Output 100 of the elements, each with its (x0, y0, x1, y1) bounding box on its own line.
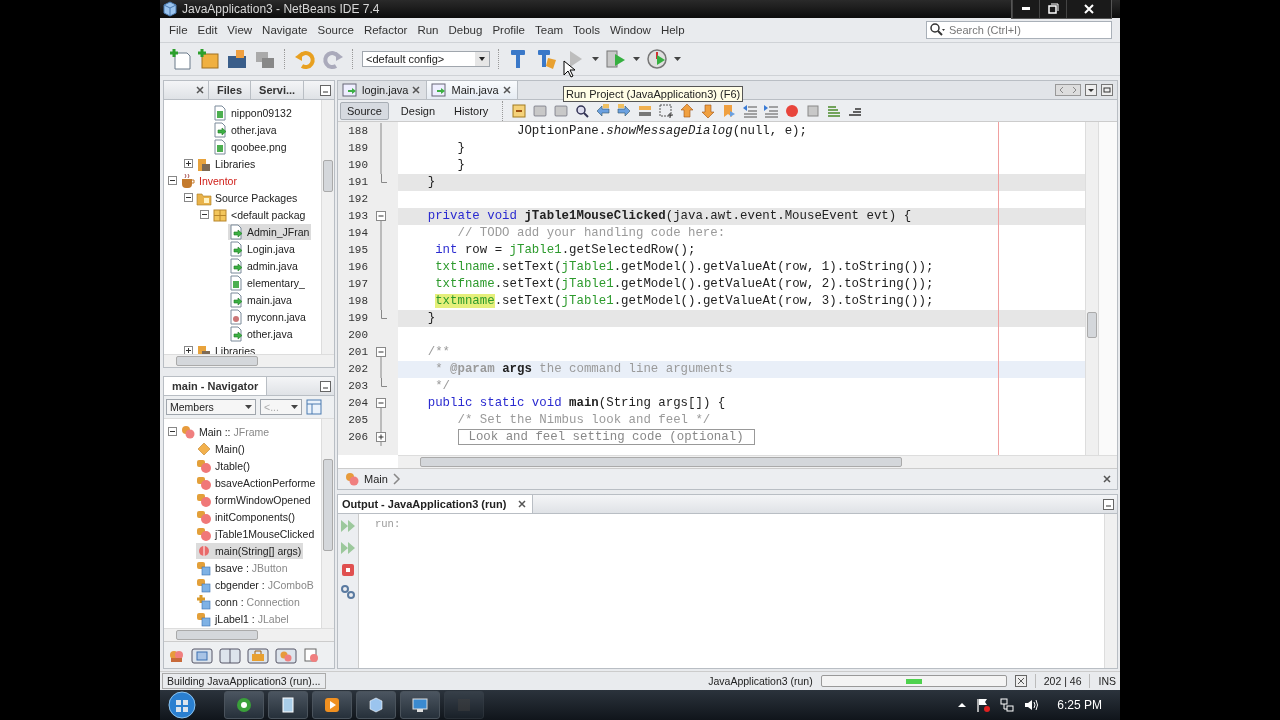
find-icon[interactable] (574, 102, 591, 119)
view-tab[interactable]: History (447, 101, 496, 120)
minimize-icon[interactable] (320, 84, 331, 96)
expand-toggle[interactable] (168, 176, 177, 185)
close-icon[interactable] (1103, 475, 1111, 483)
vertical-scrollbar[interactable] (1104, 514, 1117, 668)
folded-code[interactable]: Look and feel setting code (optional) (457, 429, 755, 445)
menu-item[interactable]: Debug (443, 24, 488, 36)
tree-item[interactable]: <default packag (212, 206, 308, 223)
tree-item[interactable]: admin.java (228, 257, 300, 274)
taskbar-button[interactable] (268, 691, 308, 719)
close-button[interactable] (1066, 0, 1111, 18)
find-next-icon[interactable] (616, 102, 633, 119)
config-dropdown[interactable]: <default config> (362, 51, 490, 67)
stop-icon[interactable] (805, 102, 822, 119)
horizontal-scrollbar[interactable] (164, 628, 334, 641)
tree-item[interactable]: nippon09132 (212, 104, 294, 121)
start-button[interactable] (168, 691, 196, 719)
menu-item[interactable]: Edit (192, 24, 223, 36)
vertical-scrollbar[interactable] (1085, 122, 1098, 455)
tree-item[interactable]: Source Packages (196, 189, 300, 206)
cancel-icon[interactable] (1014, 675, 1027, 687)
horizontal-scrollbar[interactable] (398, 455, 1117, 468)
down-arrow-icon[interactable] (700, 102, 717, 119)
back-icon[interactable] (532, 102, 549, 119)
panel-tab[interactable]: Files (209, 81, 252, 99)
expand-toggle[interactable] (376, 429, 386, 446)
shift-left-icon[interactable] (742, 102, 759, 119)
shift-right-icon[interactable] (763, 102, 780, 119)
panel-tab[interactable]: Servi... (251, 81, 305, 99)
tree-item[interactable]: Admin_JFran (228, 223, 312, 240)
output-tab[interactable]: Output - JavaApplication3 (run) (338, 495, 534, 513)
collapse-toggle[interactable] (376, 344, 386, 361)
menu-item[interactable]: View (222, 24, 258, 36)
selection-icon[interactable] (658, 102, 675, 119)
expand-toggle[interactable] (200, 210, 209, 219)
menu-item[interactable]: Team (530, 24, 569, 36)
tree-item[interactable]: Main() (196, 440, 247, 457)
close-icon[interactable] (502, 86, 511, 94)
collapse-toggle[interactable] (376, 208, 386, 225)
expand-toggle[interactable] (184, 159, 193, 168)
speaker-icon[interactable] (1023, 697, 1040, 713)
close-icon[interactable] (196, 86, 204, 94)
square-icon[interactable] (191, 646, 213, 664)
menu-item[interactable]: Help (655, 24, 690, 36)
maximize-icon[interactable] (1101, 84, 1113, 96)
vertical-scrollbar[interactable] (321, 419, 334, 628)
last-edit-icon[interactable] (511, 102, 528, 119)
tree-item[interactable]: initComponents() (196, 508, 297, 525)
close-icon[interactable] (412, 86, 421, 94)
editor-tab[interactable]: login.java (338, 81, 428, 99)
new-file-icon[interactable] (170, 48, 192, 70)
menu-item[interactable]: Profile (487, 24, 530, 36)
taskbar-button[interactable] (400, 691, 440, 719)
columns-icon[interactable] (219, 646, 241, 664)
menu-item[interactable]: Source (312, 24, 359, 36)
taskbar-button[interactable] (312, 691, 352, 719)
caret-icon[interactable] (291, 405, 298, 409)
up-arrow-icon[interactable] (957, 700, 968, 710)
menu-item[interactable]: Run (412, 24, 444, 36)
horizontal-scrollbar[interactable] (164, 354, 334, 367)
caret-icon[interactable] (633, 57, 640, 61)
tree-item[interactable]: jTable1MouseClicked (196, 525, 317, 542)
tree-item[interactable]: main(String[] args) (196, 542, 304, 559)
panel-layout-icon[interactable] (306, 399, 322, 415)
editor-tab[interactable]: Main.java (427, 81, 518, 99)
record-icon[interactable] (784, 102, 801, 119)
tree-item[interactable]: jLabel1 : JLabel (196, 610, 291, 627)
minimize-icon[interactable] (320, 380, 331, 392)
expand-toggle[interactable] (184, 193, 193, 202)
open-folder-icon[interactable] (226, 48, 248, 70)
menu-item[interactable]: Navigate (257, 24, 313, 36)
stop-icon[interactable] (340, 562, 356, 578)
tree-item[interactable]: other.java (228, 325, 295, 342)
menu-item[interactable]: Window (604, 24, 656, 36)
network-icon[interactable] (999, 697, 1016, 713)
tree-item[interactable]: bsaveActionPerforme (196, 474, 318, 491)
tree-item[interactable]: conn : Connection (196, 593, 302, 610)
minimize-button[interactable] (1012, 0, 1039, 18)
vertical-scrollbar[interactable] (321, 100, 334, 354)
tree-item[interactable]: bsave : JButton (196, 559, 290, 576)
tree-item[interactable]: myconn.java (228, 308, 308, 325)
tree-item[interactable]: Login.java (228, 240, 297, 257)
taskbar-button[interactable] (356, 691, 396, 719)
class-filter-icon[interactable] (275, 646, 297, 664)
menu-item[interactable]: Tools (568, 24, 605, 36)
tree-item[interactable]: qoobee.png (212, 138, 289, 155)
tree-item[interactable]: Libraries (196, 155, 258, 172)
tree-item[interactable]: Jtable() (196, 457, 252, 474)
dropdown-icon[interactable] (1085, 84, 1097, 96)
menu-item[interactable]: Refactor (358, 24, 413, 36)
restore-button[interactable] (1039, 0, 1066, 18)
tree-item[interactable]: main.java (228, 291, 294, 308)
view-tab[interactable]: Design (393, 101, 443, 120)
debug-icon[interactable] (605, 48, 627, 70)
tree-item[interactable]: cbgender : JComboB (196, 576, 316, 593)
tree-item[interactable]: Inventor (180, 172, 239, 189)
caret-icon[interactable] (674, 57, 681, 61)
tree-item[interactable]: Main :: JFrame (180, 423, 272, 440)
flag-icon[interactable] (975, 697, 992, 713)
